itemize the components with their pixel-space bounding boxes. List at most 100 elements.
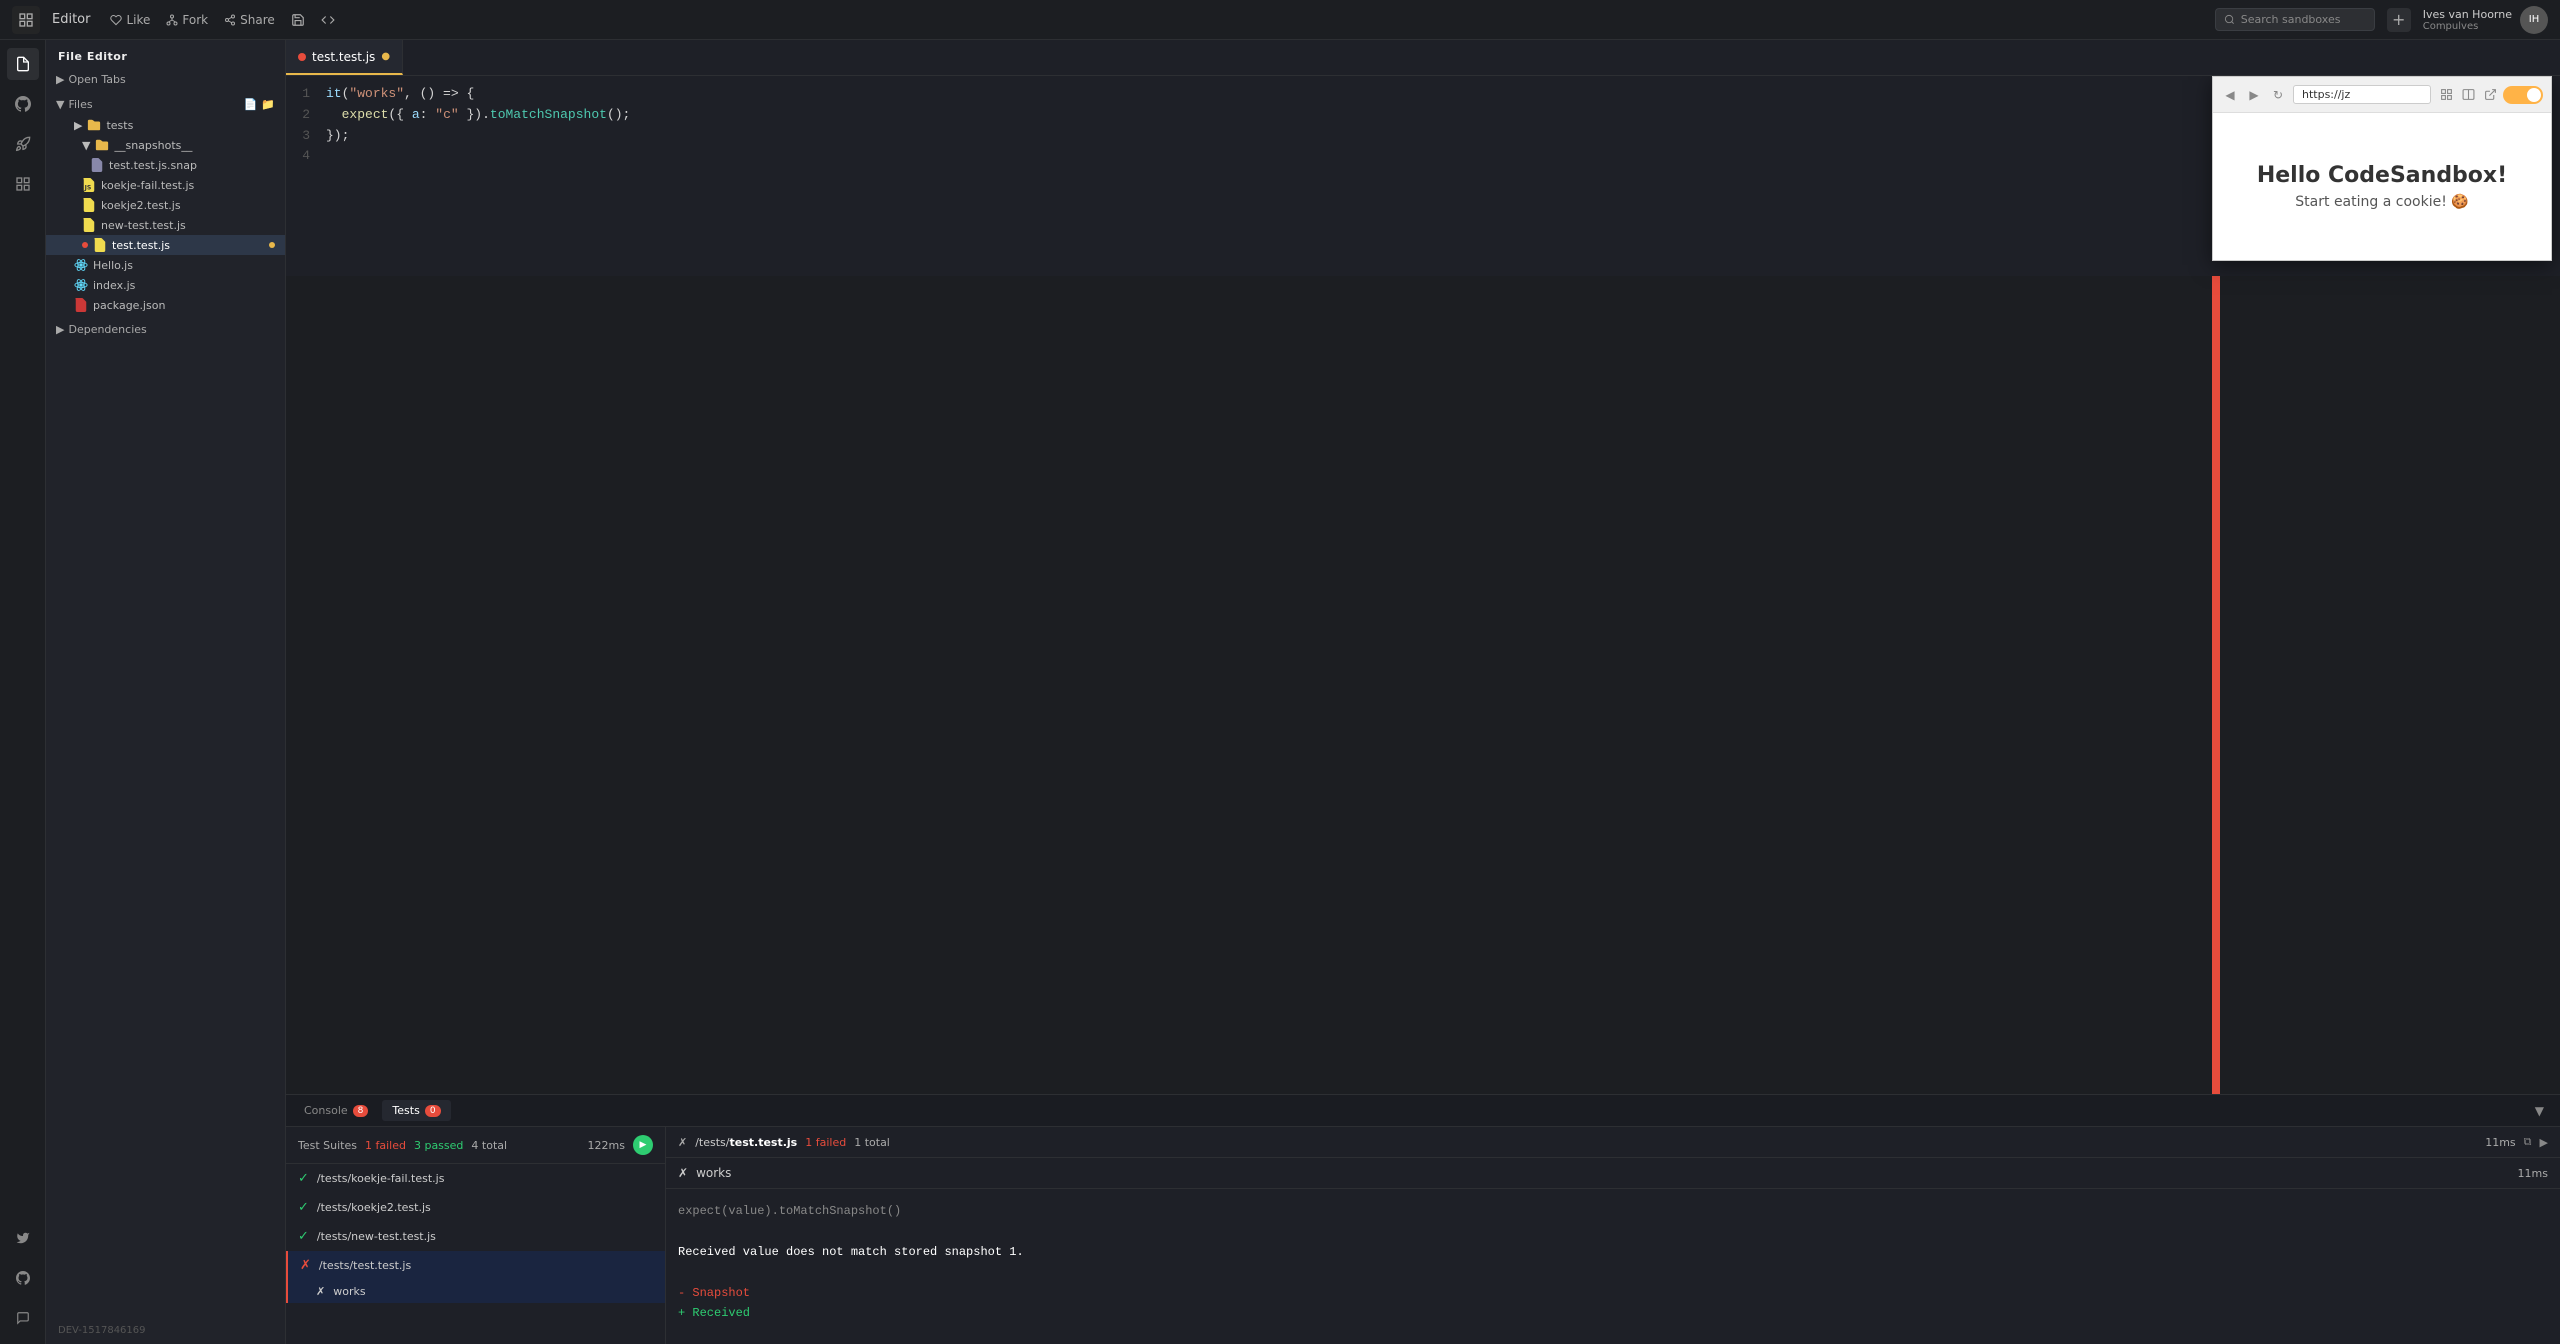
tab-test-test-js[interactable]: test.test.js ● — [286, 40, 403, 75]
file-package-label: package.json — [93, 299, 165, 312]
copy-icon[interactable]: ⧉ — [2524, 1135, 2532, 1149]
test-detail-header: ✗ works 11ms — [666, 1158, 2560, 1189]
test-item-koekje-fail[interactable]: ✓ /tests/koekje-fail.test.js — [286, 1164, 665, 1193]
icon-sidebar-bottom — [7, 1222, 39, 1344]
share-button[interactable]: Share — [224, 13, 275, 27]
run-icon[interactable]: ▶ — [2540, 1136, 2548, 1149]
browser-toggle-knob — [2527, 88, 2541, 102]
panel-expand[interactable]: ▼ — [2527, 1104, 2552, 1118]
console-badge: 8 — [353, 1105, 369, 1117]
browser-toolbar: ◀ ▶ ↻ https://jz — [2213, 77, 2551, 113]
tests-tab[interactable]: Tests 0 — [382, 1100, 450, 1121]
test-item-new-test[interactable]: ✓ /tests/new-test.test.js — [286, 1222, 665, 1251]
test-sub-label: works — [333, 1285, 365, 1298]
folder-tests-label: tests — [106, 119, 133, 132]
browser-split-icon[interactable] — [2459, 86, 2477, 104]
modified-dot — [269, 242, 275, 248]
file-test-test[interactable]: test.test.js — [46, 235, 285, 255]
check-icon: ✓ — [298, 1200, 309, 1215]
editor-title: Editor — [52, 12, 90, 27]
test-path: /tests/test.test.js — [695, 1136, 797, 1149]
browser-external-icon[interactable] — [2481, 86, 2499, 104]
line-content-3: }); — [326, 126, 349, 147]
test-item-koekje2[interactable]: ✓ /tests/koekje2.test.js — [286, 1193, 665, 1222]
dependencies-label: Dependencies — [68, 323, 146, 336]
fork-label: Fork — [182, 13, 208, 27]
right-failed: 1 failed — [805, 1136, 846, 1149]
save-button[interactable] — [291, 13, 305, 27]
console-tab[interactable]: Console 8 — [294, 1100, 378, 1121]
browser-url[interactable]: https://jz — [2293, 85, 2431, 104]
file-hello[interactable]: Hello.js — [46, 255, 285, 275]
deploy-button[interactable] — [321, 13, 335, 27]
like-label: Like — [126, 13, 150, 27]
tabs-bar: test.test.js ● — [286, 40, 2560, 76]
folder-snapshots-label: __snapshots__ — [114, 139, 192, 152]
fork-button[interactable]: Fork — [166, 13, 208, 27]
detail-cross-icon: ✗ — [678, 1166, 688, 1180]
file-snap[interactable]: test.test.js.snap — [46, 155, 285, 175]
browser-toggle[interactable] — [2503, 86, 2543, 104]
dependencies-toggle[interactable]: ▶ Dependencies — [46, 319, 285, 340]
file-index[interactable]: index.js — [46, 275, 285, 295]
new-folder-icon[interactable]: 📁 — [261, 98, 275, 111]
check-icon: ✓ — [298, 1229, 309, 1244]
add-button[interactable]: + — [2387, 8, 2411, 32]
path-prefix: /tests/ — [695, 1136, 729, 1149]
sidebar-icon-grid[interactable] — [7, 168, 39, 200]
folder-tests[interactable]: ▶ tests — [46, 115, 285, 135]
share-label: Share — [240, 13, 275, 27]
sidebar-icon-chat[interactable] — [7, 1302, 39, 1334]
folder-snapshots-chevron: ▼ — [82, 139, 90, 152]
dev-label: DEV-1517846169 — [46, 1317, 285, 1344]
app-logo[interactable] — [12, 6, 40, 34]
browser-forward[interactable]: ▶ — [2245, 86, 2263, 104]
new-file-icon[interactable]: 📄 — [244, 98, 258, 111]
sidebar-icon-rocket[interactable] — [7, 128, 39, 160]
line-num-1: 1 — [286, 84, 326, 105]
like-button[interactable]: Like — [110, 13, 150, 27]
test-run-button[interactable]: ▶ — [633, 1135, 653, 1155]
test-timer: 122ms — [588, 1139, 625, 1152]
test-sub-item-works[interactable]: ✗ works — [286, 1280, 665, 1303]
browser-refresh[interactable]: ↻ — [2269, 86, 2287, 104]
folder-snapshots[interactable]: ▼ __snapshots__ — [46, 135, 285, 155]
sidebar-icon-files[interactable] — [7, 48, 39, 80]
line-num-3: 3 — [286, 126, 326, 147]
tab-label: test.test.js — [312, 50, 375, 64]
sidebar-icon-github[interactable] — [7, 88, 39, 120]
file-new-test-label: new-test.test.js — [101, 219, 186, 232]
bottom-panel: Console 8 Tests 0 ▼ Test Suites 1 failed… — [286, 1094, 2560, 1344]
tests-badge: 0 — [425, 1105, 441, 1117]
editor-area: test.test.js ● 1 it("works", () => { 2 e… — [286, 40, 2560, 1344]
files-label: Files — [68, 98, 92, 111]
test-item-label: /tests/koekje-fail.test.js — [317, 1172, 445, 1185]
test-total-stat: 4 total — [471, 1139, 507, 1152]
files-toggle[interactable]: ▼ Files 📄 📁 — [46, 94, 285, 115]
cross-icon: ✗ — [316, 1285, 325, 1298]
file-package[interactable]: package.json — [46, 295, 285, 315]
sidebar-icon-github-bottom[interactable] — [7, 1262, 39, 1294]
topbar-right: Search sandboxes + Ives van Hoorne Compu… — [2215, 6, 2548, 34]
browser-content: Hello CodeSandbox! Start eating a cookie… — [2213, 113, 2551, 260]
deps-chevron: ▶ — [56, 323, 64, 336]
search-box[interactable]: Search sandboxes — [2215, 8, 2375, 31]
open-tabs-toggle[interactable]: ▶ Open Tabs — [46, 69, 285, 90]
main-area: File Editor ▶ Open Tabs ▼ Files 📄 📁 ▶ t — [0, 40, 2560, 1344]
file-koekje-fail[interactable]: JS koekje-fail.test.js — [46, 175, 285, 195]
file-test-test-label: test.test.js — [112, 239, 170, 252]
file-new-test[interactable]: new-test.test.js — [46, 215, 285, 235]
svg-text:JS: JS — [84, 184, 92, 191]
check-icon: ✓ — [298, 1171, 309, 1186]
editor-main: 1 it("works", () => { 2 expect({ a: "c" … — [286, 76, 2560, 1094]
file-koekje2[interactable]: koekje2.test.js — [46, 195, 285, 215]
test-item-test-test[interactable]: ✗ /tests/test.test.js — [286, 1251, 665, 1280]
file-koekje-fail-label: koekje-fail.test.js — [101, 179, 194, 192]
sidebar-title: File Editor — [46, 40, 285, 69]
browser-files-icon[interactable] — [2437, 86, 2455, 104]
line-content-2: expect({ a: "c" }).toMatchSnapshot(); — [326, 105, 630, 126]
sidebar-icon-twitter[interactable] — [7, 1222, 39, 1254]
browser-preview: ◀ ▶ ↻ https://jz — [2212, 76, 2552, 261]
panel-content: Test Suites 1 failed 3 passed 4 total 12… — [286, 1127, 2560, 1344]
browser-back[interactable]: ◀ — [2221, 86, 2239, 104]
